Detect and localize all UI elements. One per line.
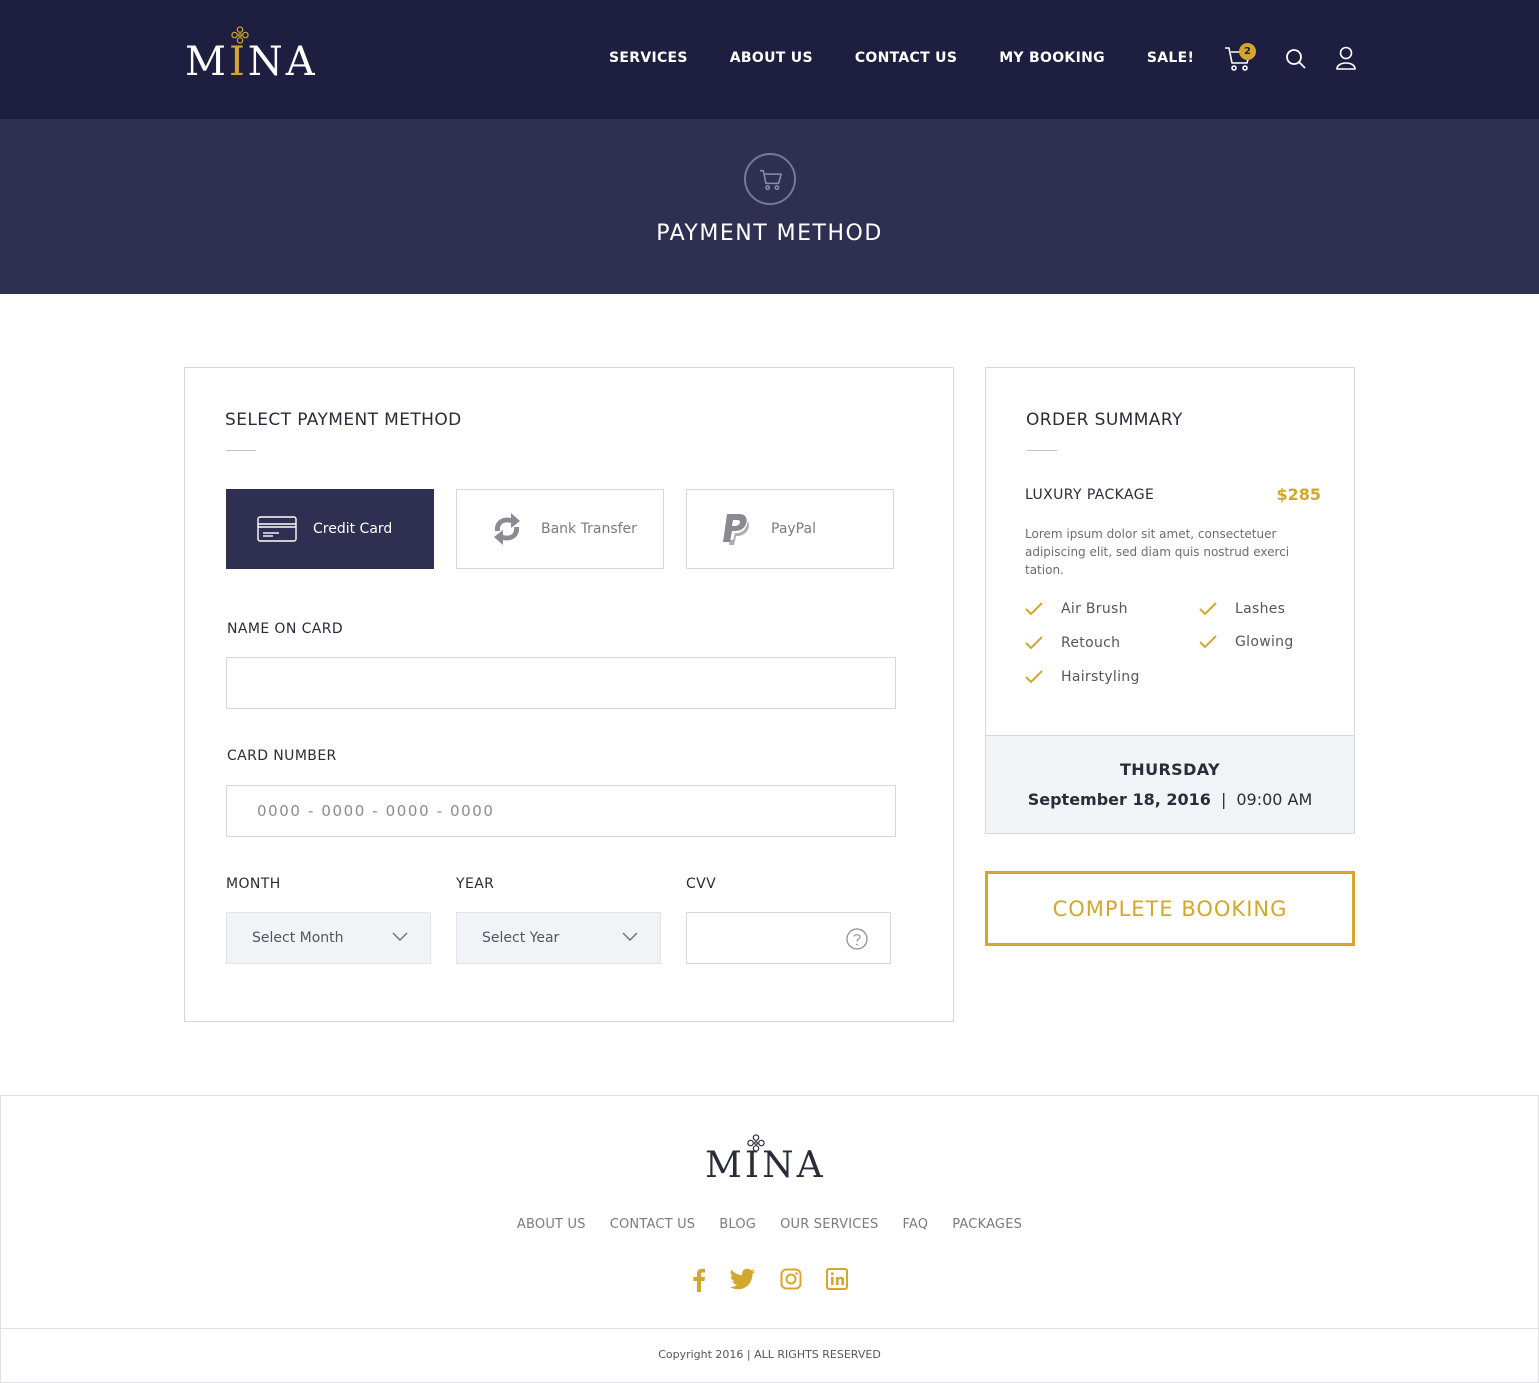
year-label: YEAR [456,876,495,892]
card-number-input[interactable]: 0000 - 0000 - 0000 - 0000 [226,785,896,837]
feature-item: Air Brush [1025,601,1128,617]
footer-link-faq[interactable]: FAQ [902,1217,928,1232]
month-select-value: Select Month [252,930,344,946]
facebook-icon[interactable] [692,1268,706,1292]
site-footer: MINA ABOUT US CONTACT US BLOG OUR SERVIC… [0,1095,1539,1383]
title-underline [226,450,256,451]
check-icon [1199,635,1217,649]
method-paypal[interactable]: PayPal [686,489,894,569]
logo-wordmark: MINA [705,1145,826,1186]
search-icon[interactable] [1285,48,1307,70]
copyright-text: Copyright 2016 | ALL RIGHTS RESERVED [658,1348,881,1361]
footer-links: ABOUT US CONTACT US BLOG OUR SERVICES FA… [1,1217,1538,1232]
method-label: PayPal [771,521,816,537]
site-logo[interactable]: MINA [185,26,335,86]
feature-label: Glowing [1235,634,1294,650]
method-label: Bank Transfer [541,521,637,537]
nav-services[interactable]: SERVICES [609,50,688,66]
bank-transfer-icon [487,511,527,547]
page-banner: PAYMENT METHOD [0,119,1539,294]
chevron-down-icon [622,932,638,941]
feature-label: Hairstyling [1061,669,1140,685]
feature-label: Lashes [1235,601,1286,617]
copyright-bar: Copyright 2016 | ALL RIGHTS RESERVED [1,1328,1538,1382]
month-select[interactable]: Select Month [226,912,431,964]
feature-item: Glowing [1199,634,1294,650]
booking-date-time: September 18, 2016 | 09:00 AM [986,790,1354,809]
check-icon [1025,670,1043,684]
booking-datetime: THURSDAY September 18, 2016 | 09:00 AM [986,735,1354,833]
nav-contact-us[interactable]: CONTACT US [855,50,957,66]
footer-link-about-us[interactable]: ABOUT US [517,1217,586,1232]
method-bank-transfer[interactable]: Bank Transfer [456,489,664,569]
nav-my-booking[interactable]: MY BOOKING [999,50,1105,66]
paypal-icon [717,511,757,547]
name-on-card-input[interactable] [226,657,896,709]
month-label: MONTH [226,876,281,892]
cart-icon [760,169,782,191]
top-navigation-bar: MINA SERVICES ABOUT US CONTACT US MY BOO… [0,0,1539,119]
footer-link-contact-us[interactable]: CONTACT US [610,1217,696,1232]
nav-sale[interactable]: SALE! [1147,50,1194,66]
help-icon[interactable] [846,928,868,950]
name-on-card-label: NAME ON CARD [227,621,344,637]
social-links [1,1268,1538,1292]
check-icon [1199,602,1217,616]
footer-link-blog[interactable]: BLOG [719,1217,756,1232]
booking-date: September 18, 2016 [1027,790,1211,809]
card-number-label: CARD NUMBER [227,748,337,764]
complete-booking-button[interactable]: COMPLETE BOOKING [985,871,1355,946]
payment-section-title: SELECT PAYMENT METHOD [225,410,462,430]
payment-method-panel: SELECT PAYMENT METHOD Credit Card Bank T… [184,367,954,1022]
year-select-value: Select Year [482,930,560,946]
cvv-label: CVV [686,876,717,892]
feature-item: Lashes [1199,601,1285,617]
order-summary-panel: ORDER SUMMARY LUXURY PACKAGE $285 Lorem … [985,367,1355,834]
booking-day: THURSDAY [1119,760,1221,779]
user-icon[interactable] [1336,46,1356,70]
method-credit-card[interactable]: Credit Card [226,489,434,569]
nav-about-us[interactable]: ABOUT US [730,50,813,66]
banner-icon-circle [744,153,796,205]
main-nav: SERVICES ABOUT US CONTACT US MY BOOKING … [609,50,1194,66]
logo-wordmark: MINA [185,39,318,85]
feature-item: Hairstyling [1025,669,1140,685]
package-description: Lorem ipsum dolor sit amet, consectetuer… [1025,527,1290,577]
date-time-separator: | [1220,790,1227,809]
package-price: $285 [1276,485,1321,504]
booking-time: 09:00 AM [1236,790,1313,809]
card-number-placeholder: 0000 - 0000 - 0000 - 0000 [257,802,495,820]
credit-card-icon [257,511,297,547]
cvv-input[interactable] [686,912,891,964]
footer-link-packages[interactable]: PACKAGES [952,1217,1022,1232]
footer-logo[interactable]: MINA [705,1134,845,1184]
instagram-icon[interactable] [780,1268,802,1290]
check-icon [1025,602,1043,616]
cart-count-badge: 2 [1239,43,1256,60]
twitter-icon[interactable] [729,1268,756,1290]
feature-item: Retouch [1025,635,1120,651]
package-name: LUXURY PACKAGE [1025,487,1155,503]
title-underline [1027,450,1057,451]
feature-label: Retouch [1061,635,1121,651]
linkedin-icon[interactable] [825,1268,848,1290]
method-label: Credit Card [313,521,393,537]
year-select[interactable]: Select Year [456,912,661,964]
chevron-down-icon [392,932,408,941]
order-summary-title: ORDER SUMMARY [1026,410,1183,430]
footer-link-our-services[interactable]: OUR SERVICES [780,1217,878,1232]
feature-label: Air Brush [1061,601,1128,617]
check-icon [1025,636,1043,650]
page-title: PAYMENT METHOD [656,221,883,246]
